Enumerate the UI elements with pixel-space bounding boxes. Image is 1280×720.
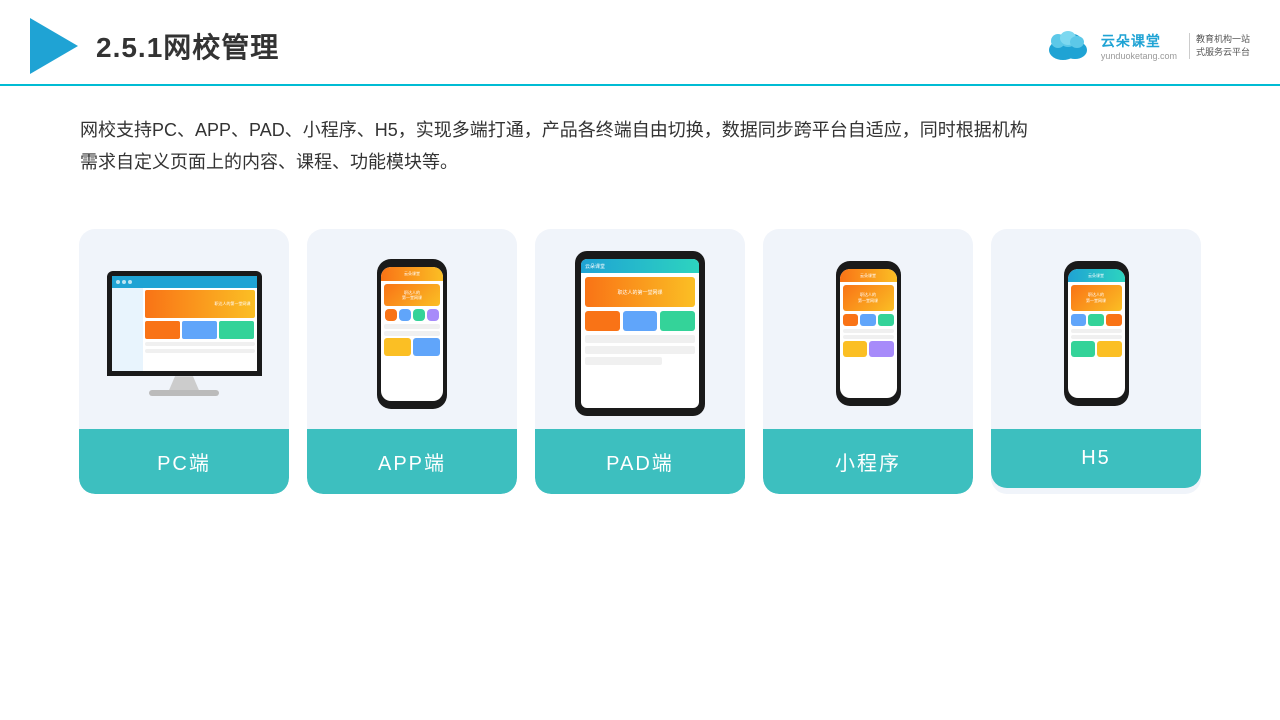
card-pad: 云朵课堂 职达人的第一堂网课 bbox=[535, 229, 745, 494]
mini-phone-screen: 云朵课堂 职达人的第一堂网课 bbox=[840, 269, 897, 398]
logo-area: 云朵课堂 yunduoketang.com 教育机构一站式服务云平台 bbox=[1043, 28, 1250, 64]
phone-notch bbox=[400, 259, 424, 265]
tablet-mockup: 云朵课堂 职达人的第一堂网课 bbox=[575, 251, 705, 416]
phone-screen: 云朵课堂 职达人的第一堂网课 bbox=[381, 267, 443, 401]
pc-monitor: 职达人的第一堂网课 bbox=[104, 271, 264, 396]
miniapp-phone-mockup: 云朵课堂 职达人的第一堂网课 bbox=[836, 261, 901, 406]
card-pad-image: 云朵课堂 职达人的第一堂网课 bbox=[535, 229, 745, 429]
card-pc-label: PC端 bbox=[79, 429, 289, 494]
card-pc: 职达人的第一堂网课 bbox=[79, 229, 289, 494]
logo-text-block: 云朵课堂 yunduoketang.com bbox=[1101, 31, 1177, 61]
monitor-screen: 职达人的第一堂网课 bbox=[112, 276, 257, 371]
description-text: 网校支持PC、APP、PAD、小程序、H5，实现多端打通，产品各终端自由切换，数… bbox=[80, 120, 1028, 172]
logo-name: 云朵课堂 bbox=[1101, 31, 1161, 51]
cards-container: 职达人的第一堂网课 bbox=[0, 199, 1280, 514]
tablet-screen: 云朵课堂 职达人的第一堂网课 bbox=[581, 259, 699, 408]
card-pc-image: 职达人的第一堂网课 bbox=[79, 229, 289, 429]
app-phone-mockup: 云朵课堂 职达人的第一堂网课 bbox=[377, 259, 447, 409]
card-pad-label: PAD端 bbox=[535, 429, 745, 494]
logo-slogan: 教育机构一站式服务云平台 bbox=[1189, 33, 1250, 58]
card-app-image: 云朵课堂 职达人的第一堂网课 bbox=[307, 229, 517, 429]
card-miniapp: 云朵课堂 职达人的第一堂网课 bbox=[763, 229, 973, 494]
description: 网校支持PC、APP、PAD、小程序、H5，实现多端打通，产品各终端自由切换，数… bbox=[0, 86, 1280, 189]
card-h5-label: H5 bbox=[991, 429, 1201, 488]
card-miniapp-label: 小程序 bbox=[763, 429, 973, 494]
header: 2.5.1网校管理 云朵课堂 yunduoketang.com 教育机构一站式服… bbox=[0, 0, 1280, 86]
mini-phone-notch bbox=[858, 261, 878, 266]
card-app: 云朵课堂 职达人的第一堂网课 bbox=[307, 229, 517, 494]
h5-phone-mockup: 云朵课堂 职达人的第一堂网课 bbox=[1064, 261, 1129, 406]
card-h5: 云朵课堂 职达人的第一堂网课 bbox=[991, 229, 1201, 494]
card-h5-image: 云朵课堂 职达人的第一堂网课 bbox=[991, 229, 1201, 429]
h5-phone-notch bbox=[1086, 261, 1106, 266]
header-left: 2.5.1网校管理 bbox=[30, 18, 279, 74]
monitor-body: 职达人的第一堂网课 bbox=[107, 271, 262, 376]
logo-url: yunduoketang.com bbox=[1101, 51, 1177, 61]
play-icon bbox=[30, 18, 78, 74]
h5-phone-screen: 云朵课堂 职达人的第一堂网课 bbox=[1068, 269, 1125, 398]
card-miniapp-image: 云朵课堂 职达人的第一堂网课 bbox=[763, 229, 973, 429]
logo-cloud-icon bbox=[1043, 28, 1093, 64]
card-app-label: APP端 bbox=[307, 429, 517, 494]
page-title: 2.5.1网校管理 bbox=[96, 26, 279, 66]
